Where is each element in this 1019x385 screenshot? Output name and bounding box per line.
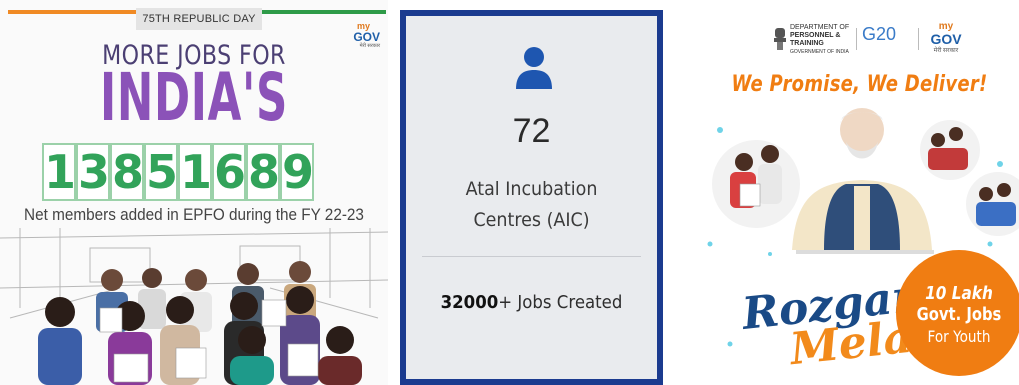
user-icon: [516, 47, 552, 89]
promise-slogan: We Promise, We Deliver!: [731, 72, 988, 97]
badge-line3: For Youth: [927, 327, 991, 346]
epfo-counter: 1 3 8 5 1 6 8 9: [42, 143, 314, 201]
divider: [422, 256, 641, 257]
youth-group-photo: [38, 261, 362, 385]
g20-text: G20: [862, 24, 897, 44]
aic-label-line1: Atal Incubation: [465, 178, 598, 200]
counter-digit: 1: [42, 143, 77, 201]
epfo-caption: Net members added in EPFO during the FY …: [24, 205, 364, 224]
counter-digit: 9: [280, 143, 315, 201]
dopt-line1: DEPARTMENT OF: [790, 24, 850, 31]
mygov-logo-gov: GOV: [930, 31, 962, 47]
atal-incubation-card[interactable]: 72 Atal Incubation Centres (AIC) 32000+ …: [400, 10, 663, 385]
counter-digit: 1: [178, 143, 213, 201]
saffron-bar: [8, 10, 136, 14]
badge-line2: Govt. Jobs: [916, 304, 1002, 325]
green-bar: [262, 10, 386, 14]
dopt-logo-text: DEPARTMENT OF PERSONNEL & TRAINING GOVER…: [790, 24, 856, 56]
atal-card-panel: 72 Atal Incubation Centres (AIC) 32000+ …: [406, 16, 657, 379]
counter-digit: 5: [144, 143, 179, 201]
national-emblem-icon: [774, 28, 786, 50]
mygov-logo-sub: मेरी सरकार: [933, 48, 959, 54]
logo-separator: [856, 28, 857, 50]
badge-line1: 10 Lakh: [925, 283, 993, 304]
dopt-line3: TRAINING: [790, 40, 824, 47]
republic-day-tag: 75TH REPUBLIC DAY: [136, 8, 262, 30]
counter-digit: 8: [246, 143, 281, 201]
mygov-logo: my GOV मेरी सरकार: [926, 22, 966, 56]
g20-logo: G20: [862, 24, 908, 54]
rozgar-mela-poster[interactable]: DEPARTMENT OF PERSONNEL & TRAINING GOVER…: [700, 0, 1019, 385]
aic-label: Atal Incubation Centres (AIC): [416, 174, 647, 236]
image-strip: 75TH REPUBLIC DAY my GOV मेरी सरकार MORE…: [0, 0, 1019, 385]
jobs-created-number: 32000: [440, 292, 499, 313]
counter-digit: 3: [76, 143, 111, 201]
dopt-line2: PERSONNEL &: [790, 32, 841, 39]
dopt-line4: GOVERNMENT OF INDIA: [790, 49, 849, 55]
aic-count: 72: [512, 112, 551, 150]
jobs-created-suffix: + Jobs Created: [498, 292, 623, 313]
aic-label-line2: Centres (AIC): [473, 209, 590, 231]
logo-separator: [918, 28, 919, 50]
counter-digit: 6: [212, 143, 247, 201]
jobs-created-line: 32000+ Jobs Created: [416, 292, 647, 313]
counter-digit: 8: [110, 143, 145, 201]
republic-day-poster[interactable]: 75TH REPUBLIC DAY my GOV मेरी सरकार MORE…: [0, 0, 388, 385]
